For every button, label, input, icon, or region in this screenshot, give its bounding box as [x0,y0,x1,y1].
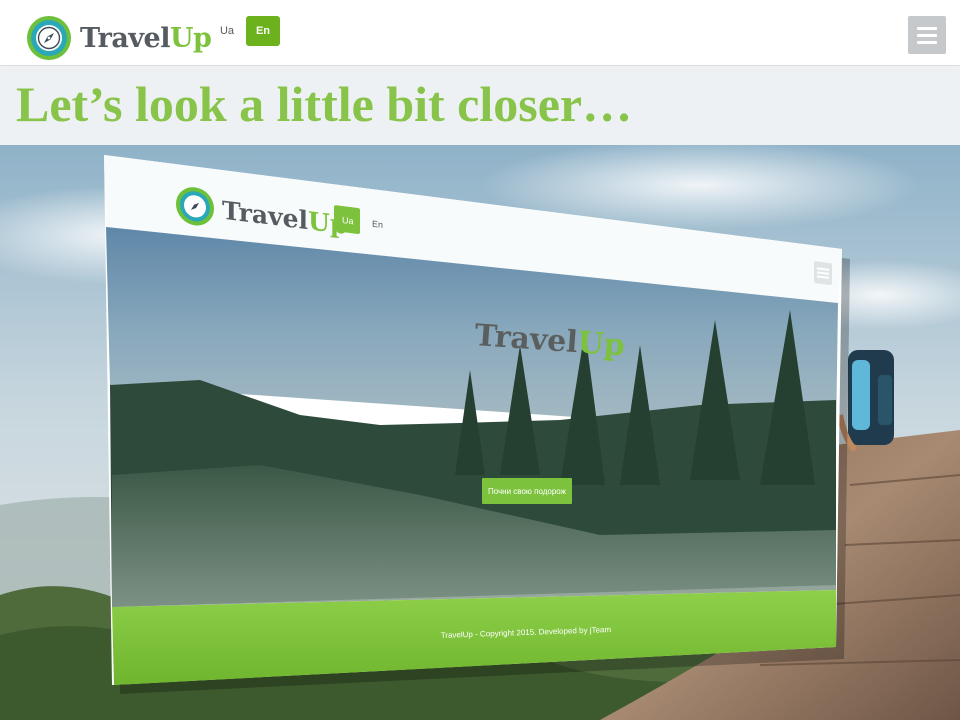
logo-word-up: Up [169,22,212,54]
mockup-hamburger-icon[interactable] [814,261,832,285]
language-ua-button[interactable]: Ua [210,16,244,46]
logo-word-travel: Travel [80,22,170,54]
mockup-language-en-button[interactable]: En [372,219,383,230]
hamburger-icon-bar [917,33,937,37]
hamburger-menu-button[interactable] [908,16,946,54]
mockup-hero-title-travel: Travel [473,318,579,360]
hamburger-icon-bar [917,40,937,44]
site-logo[interactable]: TravelUp [26,15,212,61]
page-headline: Let’s look a little bit closer… [16,76,633,132]
website-screen-mockup: TravelUp Ua En TravelUp Почни свою подор… [104,155,850,694]
hamburger-icon-bar [917,26,937,30]
language-en-button[interactable]: En [246,16,280,46]
background-landscape-image: TravelUp Ua En TravelUp Почни свою подор… [0,145,960,720]
scenery-photo: TravelUp Ua En TravelUp Почни свою подор… [0,145,960,720]
compass-icon [27,16,71,60]
mockup-hero-title-up: Up [577,325,626,363]
mockup-language-ua-label: Ua [342,215,354,226]
mockup-start-journey-label: Почни свою подорож [488,487,567,496]
top-navbar: TravelUp Ua En [0,0,960,66]
headline-band: Let’s look a little bit closer… [0,67,960,145]
logo-wordmark: TravelUp [80,22,212,54]
